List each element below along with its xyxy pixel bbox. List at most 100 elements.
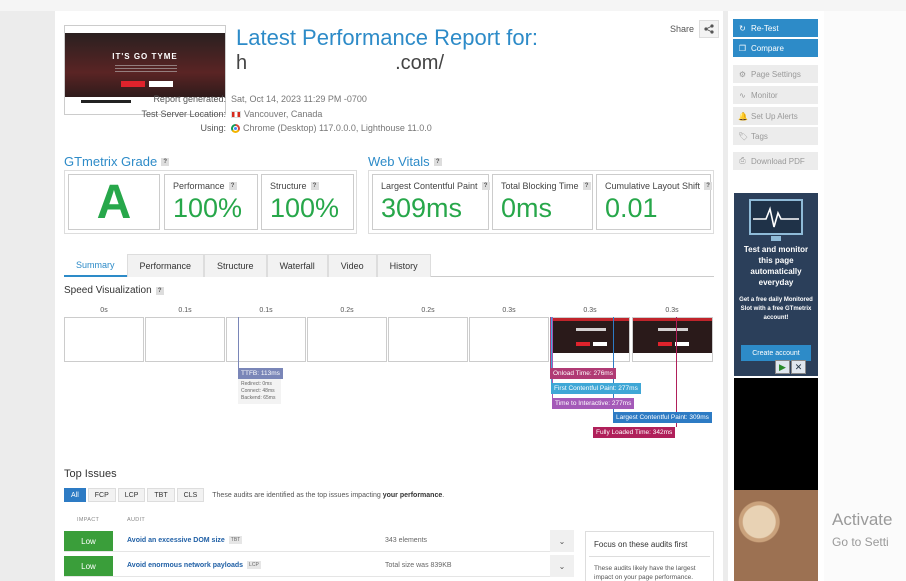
- retest-button[interactable]: ↻ Re-Test: [733, 19, 818, 37]
- focus-description: These audits likely have the largest imp…: [594, 565, 696, 581]
- onload-tag[interactable]: Onload Time: 276ms: [550, 368, 616, 379]
- help-icon[interactable]: ?: [582, 182, 591, 190]
- pulse-icon: ∿: [739, 90, 746, 100]
- compare-button[interactable]: ❐ Compare: [733, 39, 818, 57]
- chevron-down-icon[interactable]: ⌄: [550, 530, 574, 552]
- filmstrip-frame[interactable]: [145, 317, 225, 362]
- set-up-alerts-button[interactable]: 🔔 Set Up Alerts: [733, 107, 818, 125]
- fully-loaded-tag[interactable]: Fully Loaded Time: 342ms: [593, 427, 676, 438]
- help-icon[interactable]: ?: [161, 157, 170, 166]
- share-control[interactable]: Share: [670, 20, 720, 38]
- filmstrip-frame[interactable]: [307, 317, 387, 362]
- filter-fcp[interactable]: FCP: [87, 488, 116, 502]
- promo-ad[interactable]: Test and monitor this page automatically…: [734, 193, 818, 376]
- tags-label: Tags: [751, 131, 768, 141]
- location-value: Vancouver, Canada: [244, 109, 323, 119]
- help-icon[interactable]: ?: [155, 286, 164, 295]
- tti-tag[interactable]: Time to Interactive: 277ms: [552, 398, 635, 409]
- filter-cls[interactable]: CLS: [176, 488, 205, 502]
- audit-detail: Total size was 839KB: [385, 562, 452, 569]
- tab-structure[interactable]: Structure: [204, 254, 267, 277]
- ttfb-marker: [238, 317, 239, 373]
- page-title: Latest Performance Report for:: [236, 25, 539, 50]
- frame-time-label: 0s: [100, 307, 108, 314]
- metric-badge: LCP: [247, 561, 261, 569]
- filmstrip-frame[interactable]: [632, 317, 713, 362]
- activate-windows-subtext: Go to Setti: [832, 535, 889, 549]
- location-label: Test Server Location:: [141, 109, 226, 119]
- report-url[interactable]: h .com/: [236, 52, 444, 75]
- filter-tbt[interactable]: TBT: [147, 488, 175, 502]
- gtmetrix-grade-title: GTmetrix Grade?: [64, 154, 170, 169]
- lcp-value: 309ms: [381, 193, 463, 223]
- focus-title: Focus on these audits first: [594, 540, 688, 549]
- download-pdf-button[interactable]: ⎙ Download PDF: [733, 152, 818, 170]
- focus-panel: Focus on these audits first These audits…: [585, 531, 714, 581]
- ad-body: Get a free daily Monitored Slot with a f…: [739, 297, 813, 321]
- help-icon[interactable]: ?: [481, 182, 490, 190]
- help-icon[interactable]: ?: [228, 182, 237, 190]
- cls-label: Cumulative Layout Shift: [605, 181, 701, 191]
- tbt-value: 0ms: [501, 193, 553, 223]
- frame-time-label: 0.2s: [340, 307, 354, 314]
- ttfb-redirect: Redirect: 0ms: [241, 381, 272, 387]
- create-account-button[interactable]: Create account: [741, 345, 811, 361]
- filter-note: These audits are identified as the top i…: [212, 492, 444, 499]
- tbt-metric: Total Blocking Time? 0ms: [492, 174, 593, 230]
- audit-row[interactable]: Low Avoid enormous network payloads LCP T…: [64, 555, 574, 577]
- share-label: Share: [670, 24, 695, 34]
- grade-section-label: GTmetrix Grade: [64, 154, 158, 169]
- close-icon[interactable]: ✕: [791, 360, 806, 374]
- download-pdf-label: Download PDF: [751, 156, 805, 166]
- share-icon[interactable]: [699, 20, 720, 38]
- tab-waterfall[interactable]: Waterfall: [266, 254, 328, 277]
- audit-title[interactable]: Avoid enormous network payloads: [127, 562, 243, 569]
- help-icon[interactable]: ?: [704, 182, 713, 190]
- vitals-section-label: Web Vitals: [368, 154, 430, 169]
- lcp-tag[interactable]: Largest Contentful Paint: 309ms: [613, 412, 712, 423]
- ad-info-icon[interactable]: ▶: [775, 360, 790, 374]
- tab-video[interactable]: Video: [327, 254, 377, 277]
- note-prefix: These audits are identified as the top i…: [212, 491, 381, 499]
- filmstrip-frame[interactable]: [469, 317, 549, 362]
- ttfb-tag[interactable]: TTFB: 113ms: [238, 368, 283, 379]
- chevron-down-icon[interactable]: ⌄: [550, 555, 574, 577]
- using-label: Using:: [200, 123, 226, 133]
- filmstrip-frame[interactable]: [388, 317, 468, 362]
- tab-performance[interactable]: Performance: [126, 254, 205, 277]
- filter-lcp[interactable]: LCP: [117, 488, 146, 502]
- filter-all[interactable]: All: [64, 488, 86, 502]
- help-icon[interactable]: ?: [433, 157, 442, 166]
- filmstrip-frame[interactable]: [550, 317, 630, 362]
- ad-headline: Test and monitor this page automatically…: [743, 245, 809, 287]
- copy-icon: ❐: [738, 43, 747, 53]
- audit-detail: 343 elements: [385, 537, 428, 544]
- audit-name: Avoid enormous network payloads LCP: [127, 561, 261, 569]
- grade-letter: A: [68, 174, 160, 230]
- monitor-button[interactable]: ∿ Monitor: [733, 86, 818, 104]
- tab-history[interactable]: History: [376, 254, 431, 277]
- performance-value: 100%: [173, 193, 243, 223]
- audit-title[interactable]: Avoid an excessive DOM size: [127, 537, 225, 544]
- refresh-icon: ↻: [739, 23, 746, 33]
- note-bold: your performance: [382, 491, 443, 499]
- url-prefix: h: [236, 52, 248, 74]
- help-icon[interactable]: ?: [310, 182, 319, 190]
- using-value: Chrome (Desktop) 117.0.0.0, Lighthouse 1…: [243, 123, 432, 133]
- tags-button[interactable]: 🏷 Tags: [733, 127, 818, 145]
- gear-icon: ⚙: [738, 69, 747, 79]
- page-settings-button[interactable]: ⚙ Page Settings: [733, 65, 818, 83]
- audit-row[interactable]: Low Avoid an excessive DOM size TBT 343 e…: [64, 530, 574, 552]
- impact-column-header: IMPACT: [77, 517, 100, 523]
- filmstrip-frame[interactable]: [64, 317, 144, 362]
- report-generated-label: Report generated:: [153, 94, 226, 104]
- fcp-tag[interactable]: First Contentful Paint: 277ms: [551, 383, 641, 394]
- tab-summary[interactable]: Summary: [64, 254, 127, 277]
- monitor-label: Monitor: [751, 90, 778, 100]
- impact-badge: Low: [64, 556, 113, 576]
- bell-icon: 🔔: [738, 111, 748, 121]
- fully-loaded-marker: [676, 317, 677, 427]
- video-ad[interactable]: [734, 378, 818, 581]
- web-vitals-title: Web Vitals?: [368, 154, 442, 169]
- frame-time-label: 0.1s: [178, 307, 192, 314]
